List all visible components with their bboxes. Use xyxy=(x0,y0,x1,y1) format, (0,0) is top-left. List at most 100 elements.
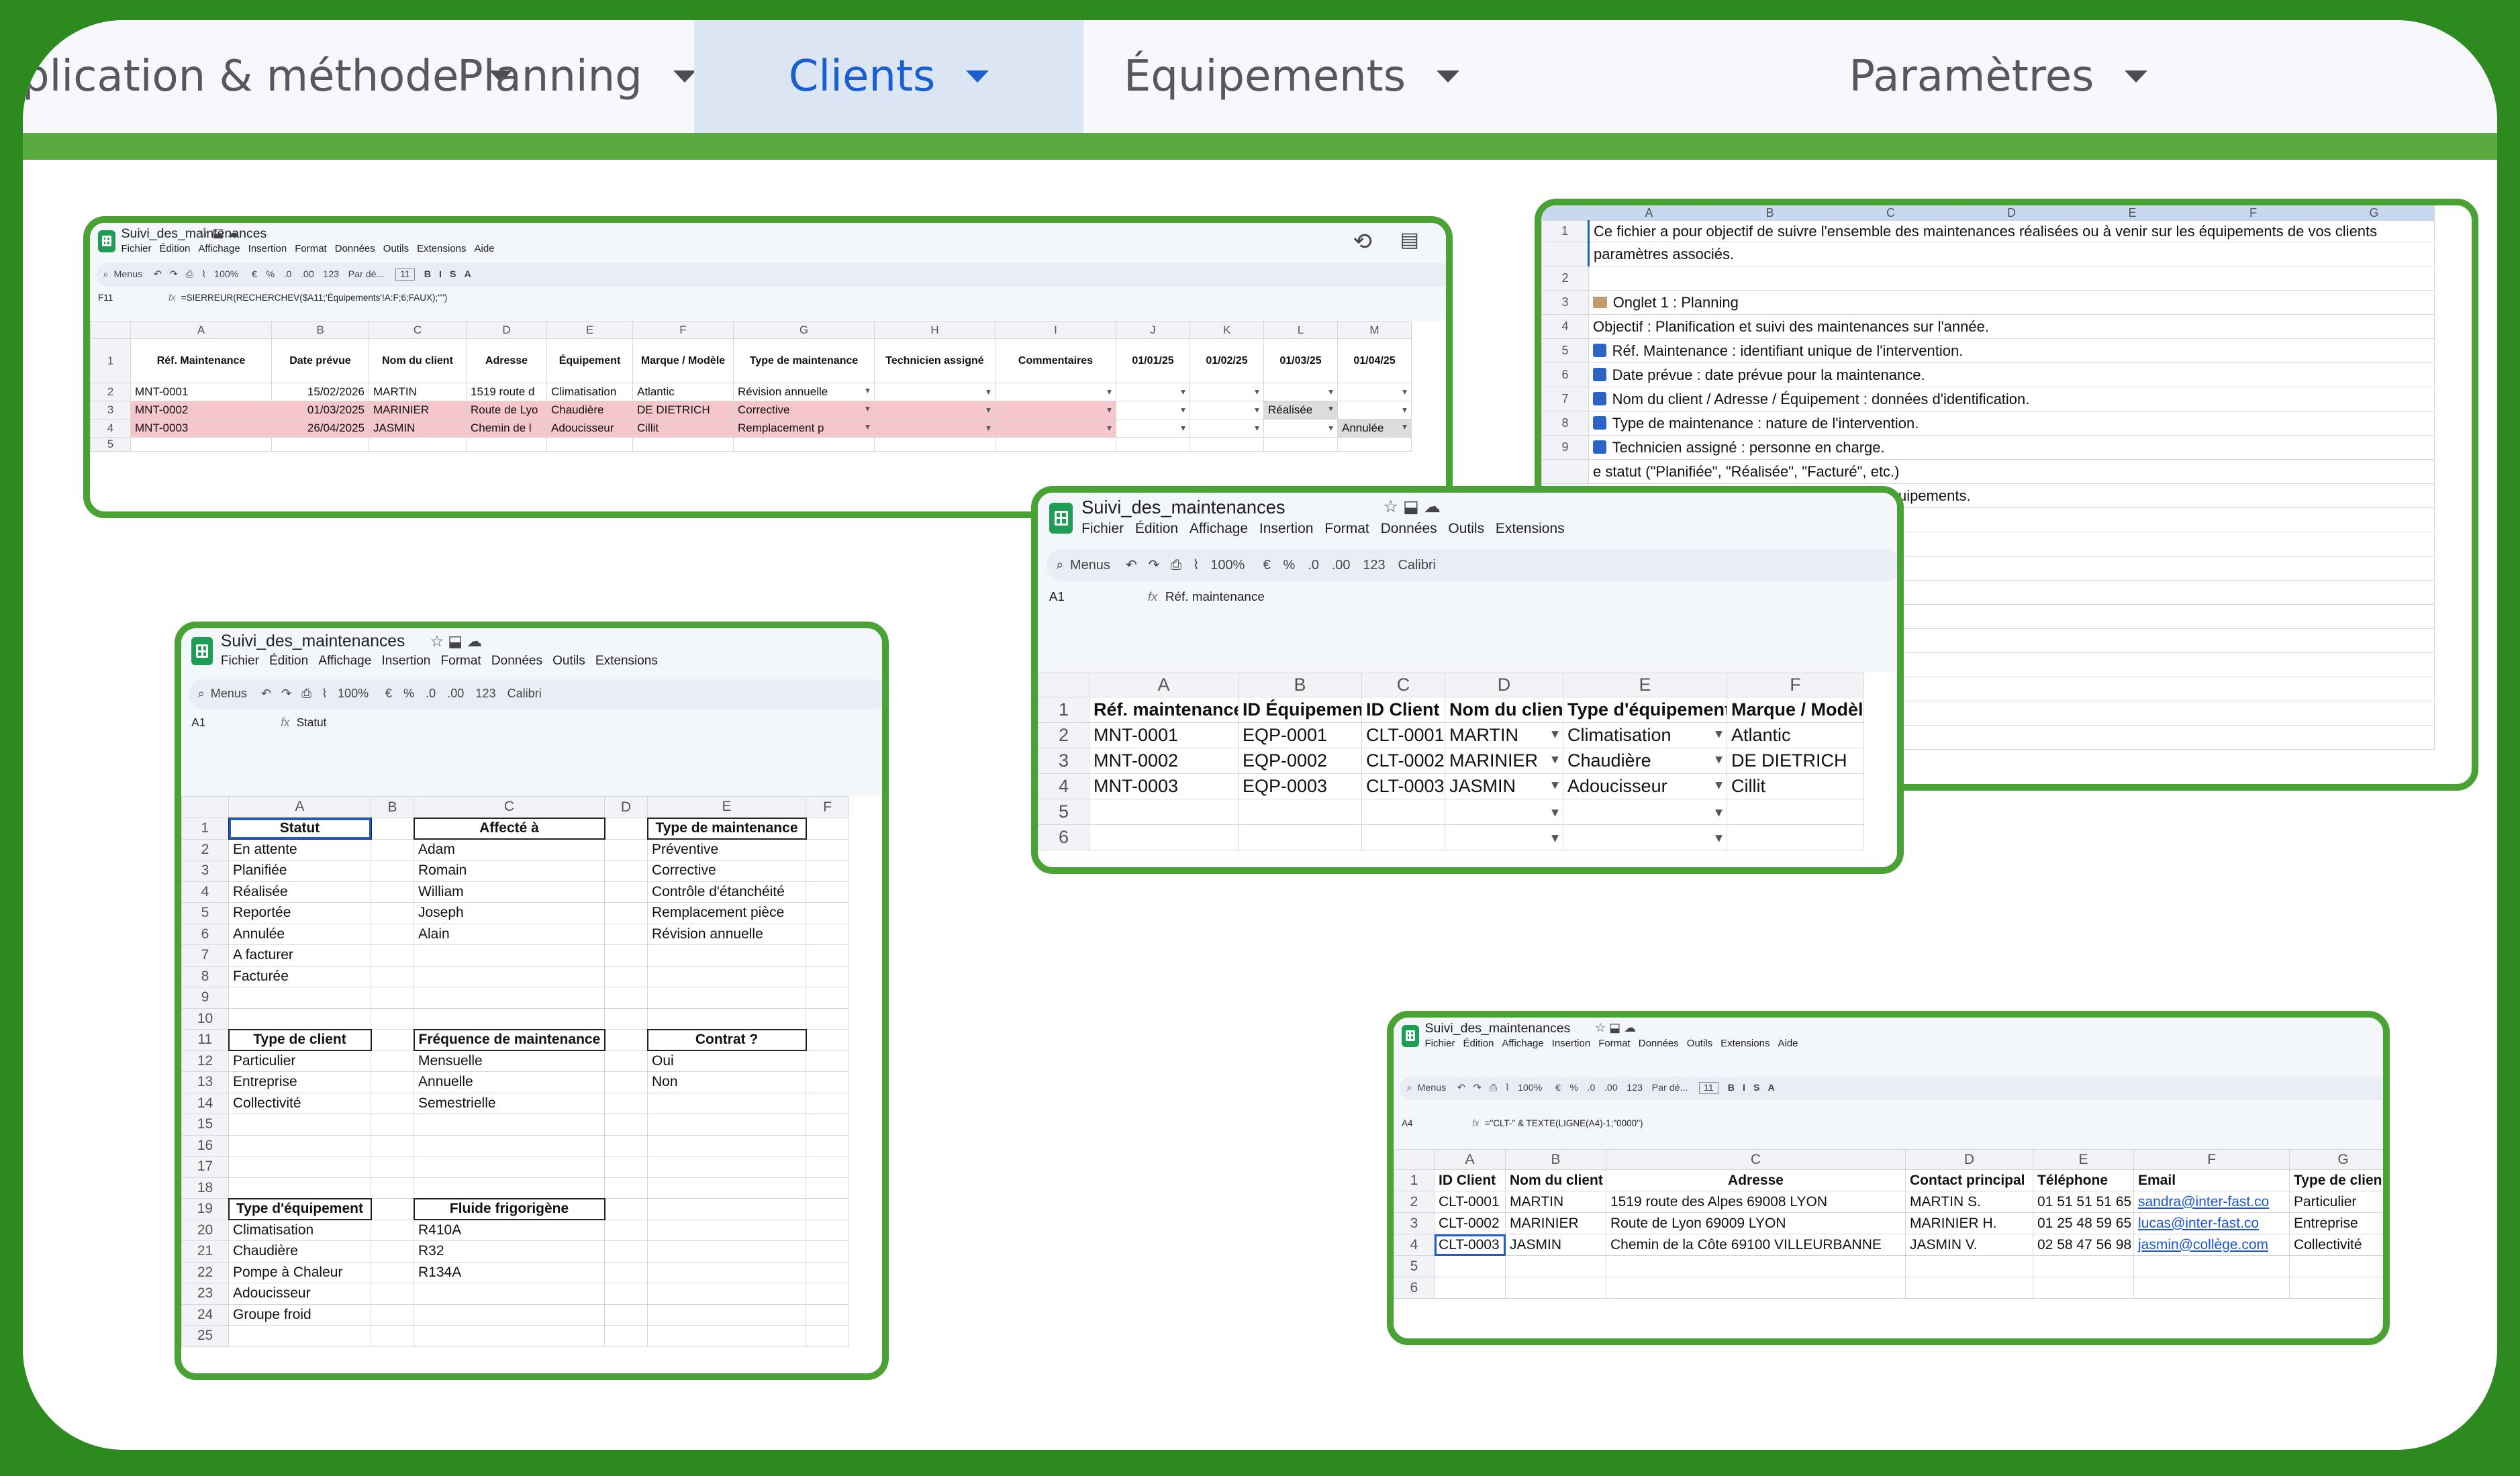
col-header-1[interactable]: B xyxy=(1505,1149,1606,1170)
cell[interactable] xyxy=(604,987,648,1009)
dropdown-arrow-icon[interactable]: ▾ xyxy=(1107,387,1112,397)
row-header[interactable]: 3 xyxy=(1394,1212,1435,1234)
row-header[interactable]: 2 xyxy=(90,383,131,401)
undo-icon[interactable]: ↶ xyxy=(154,269,162,280)
cell[interactable]: 1519 route d xyxy=(466,383,547,401)
cell[interactable]: MNT-0003 xyxy=(130,419,272,438)
decrease-decimals-button[interactable]: .0 xyxy=(426,687,436,700)
dropdown-arrow-icon[interactable]: ▾ xyxy=(1328,387,1333,397)
cell[interactable] xyxy=(1727,799,1864,825)
row-header[interactable]: 25 xyxy=(181,1325,229,1347)
chevron-down-icon[interactable] xyxy=(2125,70,2148,83)
cell[interactable] xyxy=(2133,1255,2290,1277)
name-box[interactable]: A1 xyxy=(1049,590,1148,605)
cell[interactable] xyxy=(806,944,849,967)
cell[interactable]: CLT-0002 xyxy=(1361,748,1445,774)
font-size-box[interactable]: 11 xyxy=(1698,1082,1718,1094)
cell[interactable] xyxy=(806,1007,849,1030)
menu-2[interactable]: Affichage xyxy=(198,243,240,254)
zoom-select[interactable]: 100% xyxy=(214,269,238,280)
col-header-1[interactable]: B xyxy=(371,796,414,818)
menu-4[interactable]: Format xyxy=(1324,521,1369,536)
search-icon[interactable]: ⌕ xyxy=(198,687,208,700)
row-header[interactable]: 8 xyxy=(1541,411,1589,436)
italic-icon[interactable]: I xyxy=(1743,1083,1745,1093)
cell[interactable]: Chemin de la Côte 69100 VILLEURBANNE xyxy=(1606,1234,1906,1256)
cell[interactable]: Route de Lyo xyxy=(466,401,547,420)
row-header[interactable]: 12 xyxy=(181,1050,229,1072)
cell[interactable]: R32 xyxy=(414,1240,605,1263)
dropdown-arrow-icon[interactable]: ▾ xyxy=(1715,725,1723,742)
cell[interactable]: Corrective ▾ xyxy=(733,401,875,420)
cell[interactable] xyxy=(647,1240,806,1263)
row-header[interactable]: 6 xyxy=(1541,362,1589,387)
cell[interactable] xyxy=(604,923,648,945)
cell[interactable] xyxy=(647,1114,806,1136)
menu-6[interactable]: Outils xyxy=(552,654,585,668)
redo-icon[interactable]: ↷ xyxy=(1148,558,1159,573)
cell[interactable] xyxy=(371,860,414,882)
cell[interactable] xyxy=(604,1071,648,1093)
row-header[interactable]: 20 xyxy=(181,1219,229,1241)
text-cell[interactable]: Objectif : Planification et suivi des ma… xyxy=(1588,314,2435,339)
cell[interactable] xyxy=(604,1029,648,1051)
menu-0[interactable]: Fichier xyxy=(1425,1038,1455,1049)
cell[interactable]: ▾ xyxy=(995,383,1116,401)
menu-6[interactable]: Outils xyxy=(383,243,409,254)
cell[interactable] xyxy=(604,1219,648,1241)
cell[interactable] xyxy=(1361,799,1445,825)
strikethrough-icon[interactable]: S xyxy=(450,269,456,280)
italic-icon[interactable]: I xyxy=(439,269,442,280)
cell[interactable] xyxy=(647,1156,806,1178)
menu-0[interactable]: Fichier xyxy=(122,243,152,254)
cell[interactable]: Type d'équipement xyxy=(228,1197,372,1220)
cell[interactable]: CLT-0003 xyxy=(1361,773,1445,799)
cell[interactable] xyxy=(1089,799,1239,825)
row-header[interactable] xyxy=(1541,459,1589,484)
cell[interactable] xyxy=(604,1050,648,1072)
cell[interactable] xyxy=(371,1240,414,1263)
cell[interactable]: ▾ xyxy=(1190,401,1264,420)
cell[interactable]: ▾ xyxy=(1116,401,1190,420)
col-header-3[interactable]: D xyxy=(466,321,547,339)
dropdown-arrow-icon[interactable]: ▾ xyxy=(1328,403,1333,414)
col-header-6[interactable]: G xyxy=(2289,1149,2383,1170)
star-icon[interactable]: ☆ xyxy=(430,632,448,650)
cell[interactable] xyxy=(806,1092,849,1114)
dropdown-arrow-icon[interactable]: ▾ xyxy=(1181,423,1185,434)
cell[interactable] xyxy=(228,987,371,1009)
row-header[interactable]: 2 xyxy=(1038,722,1089,748)
dropdown-arrow-icon[interactable]: ▾ xyxy=(2387,1237,2390,1251)
cell[interactable]: DE DIETRICH xyxy=(632,401,734,420)
cell[interactable] xyxy=(604,838,648,860)
text-cell[interactable]: Date prévue : date prévue pour la mainte… xyxy=(1588,362,2435,387)
cell[interactable]: ▾ xyxy=(874,419,996,438)
col-header-1[interactable]: B xyxy=(1709,205,1831,221)
cell[interactable]: JASMIN xyxy=(1505,1234,1606,1256)
cell[interactable] xyxy=(604,944,648,967)
cell[interactable]: MARTIN xyxy=(1505,1191,1606,1213)
cell[interactable]: Adoucisseur xyxy=(228,1283,371,1305)
header-cell[interactable]: Type de clien xyxy=(2289,1169,2383,1191)
cell[interactable] xyxy=(806,1050,849,1072)
menu-3[interactable]: Insertion xyxy=(1259,521,1314,536)
cell[interactable]: Route de Lyon 69009 LYON xyxy=(1606,1212,1906,1234)
row-header[interactable]: 2 xyxy=(181,838,229,860)
col-header-5[interactable]: F xyxy=(2133,1149,2290,1170)
cell[interactable] xyxy=(604,1240,648,1263)
col-header-2[interactable]: C xyxy=(1606,1149,1906,1170)
cell[interactable]: ▾ xyxy=(1337,401,1412,420)
undo-icon[interactable]: ↶ xyxy=(261,687,271,700)
text-cell[interactable]: Nom du client / Adresse / Équipement : d… xyxy=(1588,387,2435,411)
header-cell[interactable]: ID Client xyxy=(1361,697,1445,723)
cell[interactable]: ▾ xyxy=(995,401,1116,420)
cell[interactable] xyxy=(414,965,605,987)
cell[interactable]: Mensuelle xyxy=(414,1050,605,1072)
zoom-select[interactable]: 100% xyxy=(338,687,369,700)
cell[interactable]: Révision annuelle xyxy=(647,923,806,945)
menu-8[interactable]: Aide xyxy=(1778,1038,1798,1049)
cell[interactable]: CLT-0001 xyxy=(1434,1191,1506,1213)
version-history-icon[interactable]: ⟲ xyxy=(1353,228,1373,255)
cell[interactable]: Particulier ▾ xyxy=(2289,1191,2383,1213)
cell[interactable] xyxy=(228,1007,371,1030)
